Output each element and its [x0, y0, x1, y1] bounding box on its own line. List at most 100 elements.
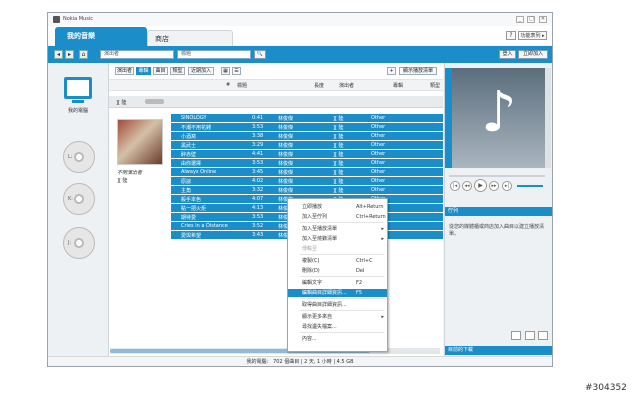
artist-search-input[interactable]: 演出者	[100, 50, 174, 59]
rewind-icon[interactable]: ◂◂	[462, 181, 472, 191]
col-title[interactable]: 標題	[237, 82, 247, 89]
track-album: ][ 陸	[333, 161, 344, 167]
track-title: 醉赤壁	[181, 152, 197, 158]
queue-header[interactable]: 佇列	[445, 207, 552, 216]
track-album: ][ 陸	[333, 134, 344, 140]
menu-item-label: 加入至燒錄清單	[302, 236, 338, 242]
view-recent-button[interactable]: 近期加入	[188, 67, 214, 75]
forward-icon[interactable]: ▸▸	[489, 181, 499, 191]
previous-icon[interactable]: |◂	[450, 181, 460, 191]
close-button[interactable]: ✕	[539, 16, 547, 23]
menu-separator	[300, 298, 384, 299]
context-menu-item[interactable]: 刪除(D) Del	[288, 267, 387, 275]
home-button[interactable]: ⌂	[79, 50, 88, 59]
context-menu-item[interactable]: 加入至佇列 Ctrl+Return	[288, 213, 387, 221]
horizontal-scrollbar[interactable]	[110, 348, 440, 354]
context-menu-item[interactable]: 加入至燒錄清單 ▸	[288, 235, 387, 243]
track-title: 小酒窩	[181, 134, 197, 140]
group-toggle[interactable]	[145, 99, 164, 104]
disc-drive-icon[interactable]: K:	[63, 183, 95, 215]
minimize-button[interactable]: _	[515, 16, 524, 23]
menu-item-label: 編輯曲目詳細資訊...	[302, 290, 347, 296]
menu-item-shortcut: Ctrl+Return	[356, 214, 386, 220]
context-menu-item[interactable]: 內容...	[288, 335, 387, 343]
album-art[interactable]	[117, 119, 163, 165]
context-menu-item[interactable]: 顯示更多來自 ▸	[288, 313, 387, 321]
login-button[interactable]: 登入	[499, 50, 516, 59]
join-button[interactable]: 立即加入	[518, 50, 548, 59]
my-computer-label: 我的電腦	[67, 108, 88, 114]
col-genre[interactable]: 類型	[430, 82, 440, 89]
col-artist[interactable]: 演出者	[339, 82, 354, 89]
next-icon[interactable]: ▸|	[502, 181, 512, 191]
menu-item-shortcut: Del	[356, 268, 365, 274]
list-view-icon[interactable]: ☰	[232, 67, 241, 75]
context-menu-item[interactable]: 編輯文字 F2	[288, 279, 387, 287]
context-menu-item[interactable]: 加入至播放清單 ▸	[288, 225, 387, 233]
track-genre: Other	[371, 124, 386, 130]
col-album[interactable]: 專輯	[393, 82, 403, 89]
disc-drive-icon[interactable]: L:	[63, 141, 95, 173]
music-note-icon: ♪	[481, 80, 517, 145]
queue-save-icon[interactable]	[511, 331, 521, 340]
track-row[interactable]: 原諒 4:02 林俊傑][ 陸 Other	[171, 177, 443, 185]
track-album: ][ 陸	[333, 179, 344, 185]
track-title: 主角	[181, 188, 192, 194]
context-menu-item[interactable]: 立即播放 Alt+Return	[288, 203, 387, 211]
add-button[interactable]: +	[387, 67, 396, 75]
view-album-button[interactable]: 專輯	[136, 67, 151, 75]
drive-label: J:	[68, 240, 72, 246]
track-row[interactable]: 不潮不用花錢 3:53 林俊傑][ 陸 Other	[171, 123, 443, 131]
track-genre: Other	[371, 160, 386, 166]
track-row[interactable]: 由你選擇 3:53 林俊傑][ 陸 Other	[171, 159, 443, 167]
player-panel: ♪ |◂ ◂◂ ▶ ▸▸ ▸| 佇列 從您的媒體櫃或商店加入曲目以建立播放清單。…	[444, 63, 552, 356]
album-group-header[interactable]: ][ 陸	[109, 96, 443, 108]
context-menu-item[interactable]: 編輯曲目詳細資訊... F5	[288, 289, 387, 297]
context-menu-item[interactable]: 複製(C) Ctrl+C	[288, 257, 387, 265]
queue-lock-icon[interactable]	[538, 331, 549, 340]
queue-clear-icon[interactable]	[524, 331, 535, 340]
col-number[interactable]: #	[226, 82, 230, 88]
downloads-header[interactable]: 目前的下載	[445, 346, 552, 355]
track-row[interactable]: SINOLOGY 0:41 林俊傑][ 陸 Other	[171, 114, 443, 122]
title-search-input[interactable]: 標題	[177, 50, 251, 59]
side-tab[interactable]	[445, 68, 452, 168]
track-artist: 林俊傑	[278, 179, 294, 185]
context-menu-item[interactable]: 尋找遺失檔案...	[288, 323, 387, 331]
grid-view-icon[interactable]: ▦	[221, 67, 230, 75]
play-icon[interactable]: ▶	[474, 179, 487, 192]
art-scrollbar[interactable]	[545, 68, 551, 168]
computer-icon[interactable]	[64, 77, 92, 99]
back-button[interactable]: ◂	[54, 50, 63, 59]
show-playlist-button[interactable]: 顯示播放清單	[399, 67, 437, 75]
track-row[interactable]: 主角 3:32 林俊傑][ 陸 Other	[171, 186, 443, 194]
track-artist: 林俊傑	[278, 188, 294, 194]
track-title: SINOLOGY	[181, 115, 207, 121]
submenu-arrow-icon: ▸	[381, 314, 384, 320]
track-row[interactable]: 黑武士 3:29 林俊傑][ 陸 Other	[171, 141, 443, 149]
image-stamp: #304352	[585, 383, 627, 393]
track-artist: 林俊傑	[278, 116, 294, 122]
track-row[interactable]: 醉赤壁 4:41 林俊傑][ 陸 Other	[171, 150, 443, 158]
title-bar: Nokia Music _ □ ✕	[48, 13, 552, 27]
disc-drive-icon[interactable]: J:	[63, 227, 95, 259]
help-button[interactable]: ?	[506, 31, 516, 40]
context-menu-item[interactable]: 取得曲目詳細資訊...	[288, 301, 387, 309]
view-genre-button[interactable]: 類型	[170, 67, 185, 75]
maximize-button[interactable]: □	[527, 16, 536, 23]
view-artist-button[interactable]: 演出者	[115, 67, 134, 75]
track-row[interactable]: Always Online 3:45 林俊傑][ 陸 Other	[171, 168, 443, 176]
seek-bar[interactable]	[449, 175, 545, 177]
tab-my-music[interactable]: 我的音樂	[55, 27, 147, 46]
track-length: 3:45	[252, 169, 264, 175]
menu-item-label: 傳輸至	[302, 246, 318, 252]
track-genre: Other	[371, 142, 386, 148]
volume-slider[interactable]	[517, 185, 543, 187]
search-button[interactable]: 🔍	[254, 50, 266, 59]
tab-shop[interactable]: 商店	[147, 30, 233, 46]
forward-button[interactable]: ▸	[65, 50, 74, 59]
col-length[interactable]: 長度	[314, 82, 324, 89]
view-track-button[interactable]: 曲目	[153, 67, 168, 75]
track-row[interactable]: 小酒窩 3:38 林俊傑][ 陸 Other	[171, 132, 443, 140]
menu-bar-button[interactable]: 功能表列 ▸	[518, 31, 547, 40]
